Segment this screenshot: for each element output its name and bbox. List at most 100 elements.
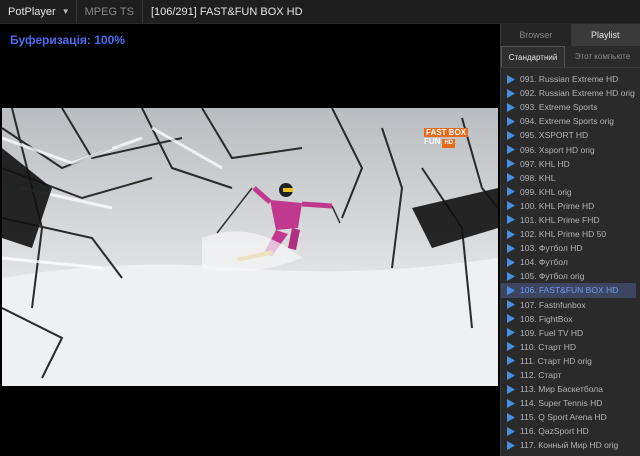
playlist-item-label: 096. Xsport HD orig: [520, 144, 595, 155]
playlist-item-label: 091. Russian Extreme HD: [520, 74, 619, 85]
chevron-down-icon: ▼: [61, 7, 70, 16]
playlist-item[interactable]: 101. KHL Prime FHD: [501, 213, 640, 227]
tab-browser[interactable]: Browser: [501, 24, 571, 46]
title-bar: PotPlayer ▼ MPEG TS [106/291] FAST&FUN B…: [0, 0, 640, 24]
play-icon: [507, 215, 515, 225]
playlist-item[interactable]: 116. QazSport HD: [501, 424, 640, 438]
play-icon: [507, 314, 515, 324]
window-title: [106/291] FAST&FUN BOX HD: [150, 5, 303, 18]
playlist-item[interactable]: 105. Футбол orig: [501, 269, 640, 283]
tab-playlist[interactable]: Playlist: [570, 24, 640, 46]
playlist-scrollbar[interactable]: [636, 72, 640, 456]
playlist-item[interactable]: 103. Футбол HD: [501, 241, 640, 255]
playlist-item[interactable]: 096. Xsport HD orig: [501, 142, 640, 156]
playlist-item-label: 092. Russian Extreme HD orig: [520, 88, 635, 99]
playlist-item-label: 101. KHL Prime FHD: [520, 214, 600, 225]
playlist-item-label: 105. Футбол orig: [520, 271, 585, 282]
panel-tabs: Browser Playlist: [501, 24, 640, 46]
play-icon: [507, 440, 515, 450]
playlist-item[interactable]: 102. KHL Prime HD 50: [501, 227, 640, 241]
playlist-item[interactable]: 111. Старт HD orig: [501, 354, 640, 368]
play-icon: [507, 271, 515, 281]
subtab-standard[interactable]: Стандартний: [501, 46, 565, 67]
playlist-item-label: 112. Старт: [520, 370, 562, 381]
playlist-item[interactable]: 098. KHL: [501, 171, 640, 185]
playlist[interactable]: 091. Russian Extreme HD 092. Russian Extr…: [501, 72, 640, 456]
playlist-item-label: 111. Старт HD orig: [520, 355, 592, 366]
playlist-item-label: 099. KHL orig: [520, 186, 572, 197]
playlist-item[interactable]: 094. Extreme Sports orig: [501, 114, 640, 128]
format-label: MPEG TS: [77, 0, 143, 23]
playlist-item[interactable]: 091. Russian Extreme HD: [501, 72, 640, 86]
playlist-item-label: 106. FAST&FUN BOX HD: [520, 285, 619, 296]
play-icon: [507, 370, 515, 380]
playlist-item-label: 098. KHL: [520, 172, 556, 183]
play-icon: [507, 145, 515, 155]
video-frame[interactable]: FAST BOX FUN HD: [2, 108, 498, 386]
playlist-item-label: 116. QazSport HD: [520, 426, 589, 437]
play-icon: [507, 384, 515, 394]
play-icon: [507, 173, 515, 183]
playlist-item-label: 113. Мир Баскетбола: [520, 384, 603, 395]
channel-logo: FAST BOX FUN HD: [424, 128, 469, 148]
play-icon: [507, 74, 515, 84]
play-icon: [507, 300, 515, 310]
playlist-item-label: 108. FightBox: [520, 313, 573, 324]
playlist-item[interactable]: 114. Super Tennis HD: [501, 396, 640, 410]
app-name: PotPlayer: [8, 5, 56, 18]
playlist-item-label: 100. KHL Prime HD: [520, 200, 595, 211]
playlist-item[interactable]: 108. FightBox: [501, 312, 640, 326]
playlist-item-label: 097. KHL HD: [520, 158, 570, 169]
playlist-item[interactable]: 109. Fuel TV HD: [501, 326, 640, 340]
play-icon: [507, 398, 515, 408]
play-icon: [507, 342, 515, 352]
playlist-item[interactable]: 107. Fastnfunbox: [501, 298, 640, 312]
play-icon: [507, 426, 515, 436]
play-icon: [507, 243, 515, 253]
playlist-item[interactable]: 095. XSPORT HD: [501, 128, 640, 142]
app-menu-button[interactable]: PotPlayer ▼: [0, 0, 77, 23]
playlist-item-label: 102. KHL Prime HD 50: [520, 229, 607, 240]
playlist-item[interactable]: 112. Старт: [501, 368, 640, 382]
playlist-item[interactable]: 113. Мир Баскетбола: [501, 382, 640, 396]
play-icon: [507, 116, 515, 126]
play-icon: [507, 88, 515, 98]
playlist-item[interactable]: 115. Q Sport Arena HD: [501, 410, 640, 424]
playlist-subtabs: Стандартний Этот компьюте: [501, 46, 640, 68]
play-icon: [507, 187, 515, 197]
playlist-item-label: 104. Футбол: [520, 257, 568, 268]
playlist-item-label: 095. XSPORT HD: [520, 130, 589, 141]
play-icon: [507, 229, 515, 239]
playlist-item[interactable]: 099. KHL orig: [501, 185, 640, 199]
playlist-item-label: 093. Extreme Sports: [520, 102, 598, 113]
video-area[interactable]: Буферизація: 100% FAST BOX FUN HD: [0, 24, 500, 456]
play-icon: [507, 328, 515, 338]
playlist-item-label: 117. Конный Мир HD orig: [520, 440, 619, 451]
playlist-item-label: 103. Футбол HD: [520, 243, 583, 254]
subtab-this-computer[interactable]: Этот компьюте: [565, 46, 640, 67]
playlist-item[interactable]: 093. Extreme Sports: [501, 100, 640, 114]
playlist-item[interactable]: 106. FAST&FUN BOX HD: [501, 283, 640, 298]
playlist-item-label: 110. Старт HD: [520, 341, 577, 352]
playlist-item-label: 109. Fuel TV HD: [520, 327, 584, 338]
playlist-item[interactable]: 110. Старт HD: [501, 340, 640, 354]
playlist-item[interactable]: 117. Конный Мир HD orig: [501, 438, 640, 452]
playlist-item[interactable]: 092. Russian Extreme HD orig: [501, 86, 640, 100]
playlist-item-label: 107. Fastnfunbox: [520, 299, 586, 310]
play-icon: [507, 356, 515, 366]
playlist-item[interactable]: 104. Футбол: [501, 255, 640, 269]
play-icon: [507, 257, 515, 267]
playlist-item-label: 115. Q Sport Arena HD: [520, 412, 607, 423]
playlist-item[interactable]: 097. KHL HD: [501, 157, 640, 171]
play-icon: [507, 201, 515, 211]
playlist-item[interactable]: 100. KHL Prime HD: [501, 199, 640, 213]
play-icon: [507, 130, 515, 140]
play-icon: [507, 159, 515, 169]
play-icon: [507, 285, 515, 295]
buffering-status: Буферизація: 100%: [10, 33, 125, 47]
playlist-item-label: 094. Extreme Sports orig: [520, 116, 615, 127]
playlist-item-label: 114. Super Tennis HD: [520, 398, 603, 409]
play-icon: [507, 412, 515, 422]
play-icon: [507, 102, 515, 112]
side-panel: Browser Playlist Стандартний Этот компью…: [500, 24, 640, 456]
